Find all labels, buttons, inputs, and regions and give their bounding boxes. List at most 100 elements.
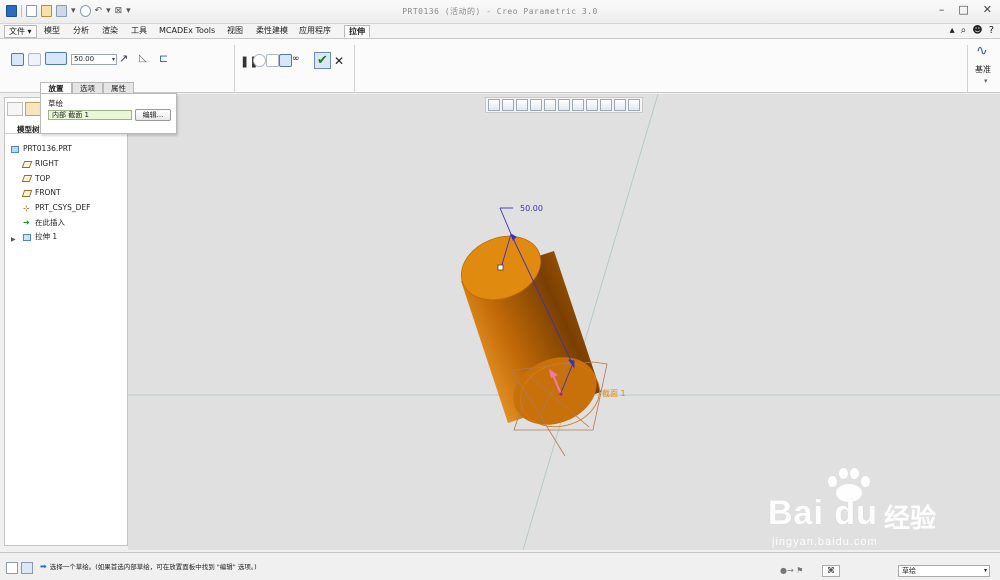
- tab-tools[interactable]: 工具: [127, 25, 151, 38]
- depth-value: 50.00: [74, 55, 95, 63]
- ribbon-separator: [234, 45, 235, 93]
- part-icon: [11, 145, 19, 153]
- tab-flexible-modeling[interactable]: 柔性建模: [252, 25, 292, 38]
- extrude-feature-icon: [23, 233, 31, 241]
- depth-dropdown-icon[interactable]: ▾: [112, 55, 115, 64]
- tab-extrude[interactable]: 拉伸: [344, 25, 370, 38]
- tree-item-extrude[interactable]: ▶ 拉伸 1: [11, 230, 127, 245]
- maximize-button[interactable]: □: [958, 3, 968, 16]
- model-tree: PRT0136.PRT RIGHT TOP FRONT ⊹ PRT_CSYS_D…: [11, 142, 127, 245]
- model-tree-icon[interactable]: [7, 102, 23, 116]
- help-controls: ▴ ⌕ ☻ ?: [950, 25, 994, 36]
- sketch-collector[interactable]: 内部 截面 1: [48, 110, 132, 120]
- view-manager-icon[interactable]: [572, 99, 584, 111]
- datum-icon[interactable]: ∿: [976, 43, 988, 59]
- title-bar: ▾ ↶ ▾ ⊠ ▾ PRT0136 (活动的) - Creo Parametri…: [0, 0, 1000, 24]
- tab-render[interactable]: 渲染: [98, 25, 122, 38]
- depth-input[interactable]: 50.00 ▾: [71, 54, 117, 65]
- selection-filter-value: 草绘: [902, 567, 916, 575]
- ok-button[interactable]: ✔: [314, 52, 331, 69]
- depth-dimension-label[interactable]: 50.00: [520, 204, 543, 213]
- tree-item-label: FRONT: [35, 188, 61, 198]
- tree-item-front[interactable]: FRONT: [21, 186, 127, 201]
- menu-tabs: 文件 ▾ 模型 分析 渲染 工具 MCADEx Tools 视图 柔性建模 应用…: [0, 24, 1000, 38]
- tree-item-label: PRT_CSYS_DEF: [35, 203, 91, 213]
- window-title: PRT0136 (活动的) - Creo Parametric 3.0: [402, 7, 598, 16]
- status-message: ➡ 选择一个草绘。(如果首选内部草绘，可在放置面板中找到 "编辑" 选项。): [40, 561, 257, 572]
- preview-icon[interactable]: [266, 54, 279, 67]
- watermark-cn-text: 经验: [884, 504, 937, 534]
- tab-mcadex-tools[interactable]: MCADEx Tools: [155, 25, 219, 38]
- minimize-button[interactable]: –: [939, 3, 945, 16]
- zoom-in-icon[interactable]: [502, 99, 514, 111]
- creo-window: ▾ ↶ ▾ ⊠ ▾ PRT0136 (活动的) - Creo Parametri…: [0, 0, 1000, 580]
- flip-direction-icon[interactable]: ↗: [119, 53, 132, 66]
- tab-model[interactable]: 模型: [40, 25, 64, 38]
- tree-item-label: 拉伸 1: [35, 232, 58, 242]
- spin-center-icon[interactable]: [614, 99, 626, 111]
- datum-display-icon[interactable]: [586, 99, 598, 111]
- dropdown-icon[interactable]: ▴: [950, 25, 955, 36]
- tab-view[interactable]: 视图: [223, 25, 247, 38]
- status-message-text: 选择一个草绘。(如果首选内部草绘，可在放置面板中找到 "编辑" 选项。): [49, 563, 257, 571]
- ribbon-separator: [354, 45, 355, 93]
- tree-item-insert-here[interactable]: ➜ 在此插入: [23, 215, 127, 230]
- surface-extrude-button[interactable]: [28, 53, 41, 66]
- close-button[interactable]: ✕: [983, 3, 992, 16]
- drag-handle[interactable]: [497, 264, 504, 271]
- orient-mode-icon[interactable]: [628, 99, 640, 111]
- tree-item-label: PRT0136.PRT: [23, 144, 73, 154]
- repaint-icon[interactable]: [530, 99, 542, 111]
- no-preview-icon[interactable]: [253, 54, 266, 67]
- help-icon[interactable]: ?: [989, 25, 994, 36]
- glasses-icon[interactable]: ∞: [292, 54, 305, 67]
- message-arrow-icon: ➡: [40, 561, 47, 571]
- show-navigator-icon[interactable]: [6, 562, 18, 574]
- datum-plane-icon: [21, 189, 33, 197]
- datum-dropdown-icon[interactable]: ▾: [984, 77, 988, 85]
- refit-icon[interactable]: [488, 99, 500, 111]
- datum-plane-icon: [21, 175, 33, 183]
- tree-item-right[interactable]: RIGHT: [21, 157, 127, 172]
- datum-label[interactable]: 基准: [975, 64, 991, 75]
- extrude-ribbon: 50.00 ▾ ↗ ◺ ⊏ ❚❚ ∞ ✔ ✕ ∿ 基准 ▾: [0, 38, 1000, 93]
- display-style-icon[interactable]: [544, 99, 556, 111]
- regen-status-icon[interactable]: ●→ ⚑: [780, 566, 803, 575]
- tab-file[interactable]: 文件 ▾: [4, 25, 37, 38]
- sketch-label: 草绘: [48, 99, 63, 108]
- tab-applications[interactable]: 应用程序: [295, 25, 335, 38]
- status-bar: ➡ 选择一个草绘。(如果首选内部草绘，可在放置面板中找到 "编辑" 选项。) ●…: [0, 552, 1000, 580]
- placement-panel: 草绘 内部 截面 1 编辑...: [40, 93, 177, 134]
- datum-plane-icon: [21, 160, 33, 168]
- sketch-origin: [559, 392, 563, 396]
- cancel-button[interactable]: ✕: [334, 54, 344, 68]
- expand-icon[interactable]: ▶: [11, 234, 19, 243]
- saved-orientations-icon[interactable]: [558, 99, 570, 111]
- search-icon[interactable]: ⌕: [961, 25, 967, 36]
- depth-option-button[interactable]: [45, 52, 67, 65]
- window-controls: – □ ✕: [939, 3, 992, 16]
- show-browser-icon[interactable]: [21, 562, 33, 574]
- annotation-display-icon[interactable]: [600, 99, 612, 111]
- tree-item-csys[interactable]: ⊹ PRT_CSYS_DEF: [23, 201, 127, 216]
- folder-browser-icon[interactable]: [25, 102, 41, 116]
- solid-extrude-button[interactable]: [11, 53, 24, 66]
- selection-filter[interactable]: 草绘 ▾: [898, 565, 990, 577]
- tree-item-part[interactable]: PRT0136.PRT: [11, 142, 127, 157]
- find-icon[interactable]: ⌘: [822, 565, 840, 577]
- zoom-out-icon[interactable]: [516, 99, 528, 111]
- edit-button[interactable]: 编辑...: [135, 109, 171, 121]
- watermark-logo-text: Bai du: [768, 494, 878, 532]
- watermark-url: jingyan.baidu.com: [772, 536, 878, 548]
- tree-item-top[interactable]: TOP: [21, 171, 127, 186]
- thicken-sketch-icon[interactable]: ⊏: [159, 53, 172, 66]
- filter-dropdown-icon[interactable]: ▾: [984, 566, 987, 576]
- tab-analysis[interactable]: 分析: [69, 25, 93, 38]
- community-icon[interactable]: ☻: [972, 25, 982, 36]
- model-tree-panel: 模型树 PRT0136.PRT RIGHT TOP FRONT ⊹ PRT_CS…: [4, 97, 128, 546]
- verify-icon[interactable]: [279, 54, 292, 67]
- tree-item-label: RIGHT: [35, 159, 59, 169]
- section-label: 截面 1: [602, 388, 626, 398]
- remove-material-icon[interactable]: ◺: [139, 53, 152, 66]
- coordinate-system-icon: ⊹: [23, 203, 30, 213]
